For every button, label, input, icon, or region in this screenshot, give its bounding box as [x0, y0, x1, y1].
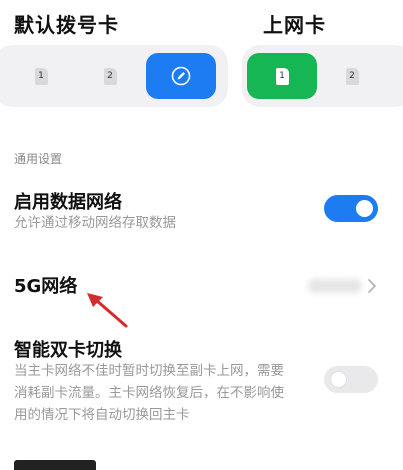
dial-sim-1-option[interactable]: 1	[26, 54, 56, 98]
toggle-knob	[330, 371, 347, 388]
smart-dual-row[interactable]: 智能双卡切换 当主卡网络不佳时暂时切换至副卡上网，需要消耗副卡流量。主卡网络恢复…	[0, 332, 403, 432]
mobile-data-desc: 允许通过移动网络存取数据	[14, 215, 176, 231]
mobile-data-toggle[interactable]	[324, 195, 378, 222]
data-card-selector: 1 2	[242, 45, 403, 107]
mobile-data-row[interactable]: 启用数据网络 允许通过移动网络存取数据	[0, 178, 403, 240]
annotation-arrow-icon	[87, 293, 128, 328]
data-sim-1-option[interactable]: 1	[247, 53, 317, 99]
general-settings-label: 通用设置	[14, 152, 63, 166]
sim-1-icon: 1	[275, 67, 289, 85]
mobile-data-title: 启用数据网络	[14, 192, 122, 213]
dial-edit-button[interactable]	[146, 53, 216, 99]
chevron-right-icon	[368, 279, 376, 293]
smart-dual-toggle[interactable]	[324, 366, 378, 393]
data-card-title: 上网卡	[263, 13, 326, 37]
edit-icon	[171, 66, 191, 86]
network-5g-row[interactable]: 5G网络	[0, 266, 403, 306]
smart-dual-desc: 当主卡网络不佳时暂时切换至副卡上网，需要消耗副卡流量。主卡网络恢复后，在不影响使…	[14, 363, 284, 423]
sim-1-icon: 1	[34, 67, 48, 85]
dial-card-title: 默认拨号卡	[14, 13, 119, 37]
data-sim-2-option[interactable]: 2	[337, 54, 367, 98]
network-5g-value	[308, 279, 362, 293]
next-row-partial	[14, 458, 104, 470]
dial-sim-2-option[interactable]: 2	[95, 54, 125, 98]
dial-card-selector: 1 2	[0, 45, 228, 107]
toggle-knob	[356, 200, 373, 217]
sim-2-icon: 2	[103, 67, 117, 85]
smart-dual-title: 智能双卡切换	[14, 340, 122, 361]
sim-2-icon: 2	[345, 67, 359, 85]
network-5g-title: 5G网络	[14, 276, 78, 297]
